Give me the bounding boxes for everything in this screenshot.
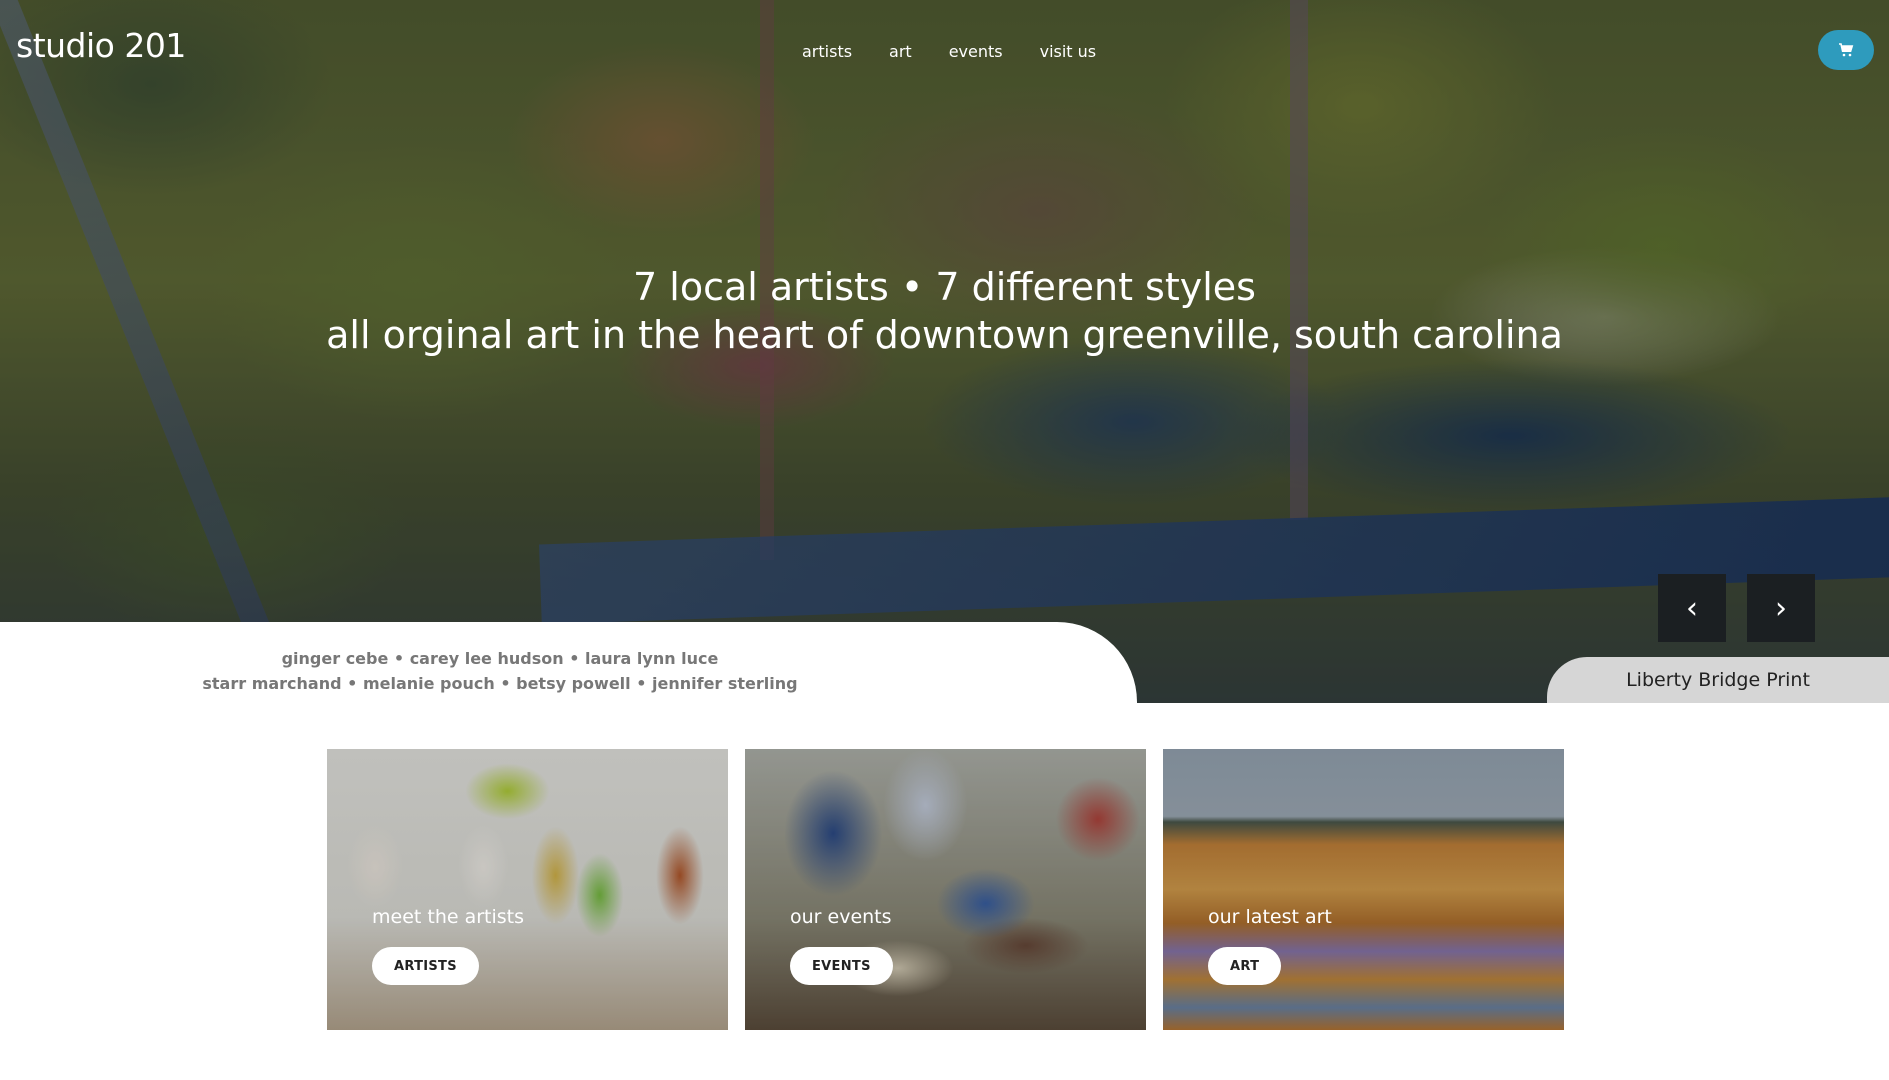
card-overlay [327,749,728,1030]
cart-icon [1839,43,1854,57]
card-title: our latest art [1208,906,1332,928]
chevron-right-icon: › [1775,590,1787,626]
main-nav: artists art events visit us [802,42,1096,61]
artists-names-line-1: ginger cebe • carey lee hudson • laura l… [281,649,719,668]
artists-names-line-2: starr marchand • melanie pouch • betsy p… [202,674,798,693]
cart-button[interactable] [1818,30,1874,70]
hero-slideshow: studio 201 artists art events visit us 7… [0,0,1889,703]
nav-visit-us[interactable]: visit us [1040,42,1097,61]
card-title: our events [790,906,892,928]
artists-names: ginger cebe • carey lee hudson • laura l… [0,646,1000,696]
card-overlay [745,749,1146,1030]
events-button[interactable]: EVENTS [790,947,893,985]
card-meet-the-artists[interactable]: meet the artists ARTISTS [327,749,728,1030]
card-title: meet the artists [372,906,525,928]
slide-prev-button[interactable]: ‹ [1658,574,1726,642]
headline-line-2: all orginal art in the heart of downtown… [326,313,1563,357]
nav-art[interactable]: art [889,42,912,61]
hero-headline: 7 local artists • 7 different styles all… [0,263,1889,359]
site-logo[interactable]: studio 201 [16,26,186,65]
headline-line-1: 7 local artists • 7 different styles [633,265,1256,309]
chevron-left-icon: ‹ [1686,590,1698,626]
card-our-latest-art[interactable]: our latest art ART [1163,749,1564,1030]
card-our-events[interactable]: our events EVENTS [745,749,1146,1030]
slide-caption-text: Liberty Bridge Print [1626,669,1810,691]
card-overlay [1163,749,1564,1030]
slide-next-button[interactable]: › [1747,574,1815,642]
nav-events[interactable]: events [949,42,1003,61]
art-button[interactable]: ART [1208,947,1282,985]
nav-artists[interactable]: artists [802,42,852,61]
artists-button[interactable]: ARTISTS [372,947,479,985]
slide-caption[interactable]: Liberty Bridge Print [1547,657,1889,703]
